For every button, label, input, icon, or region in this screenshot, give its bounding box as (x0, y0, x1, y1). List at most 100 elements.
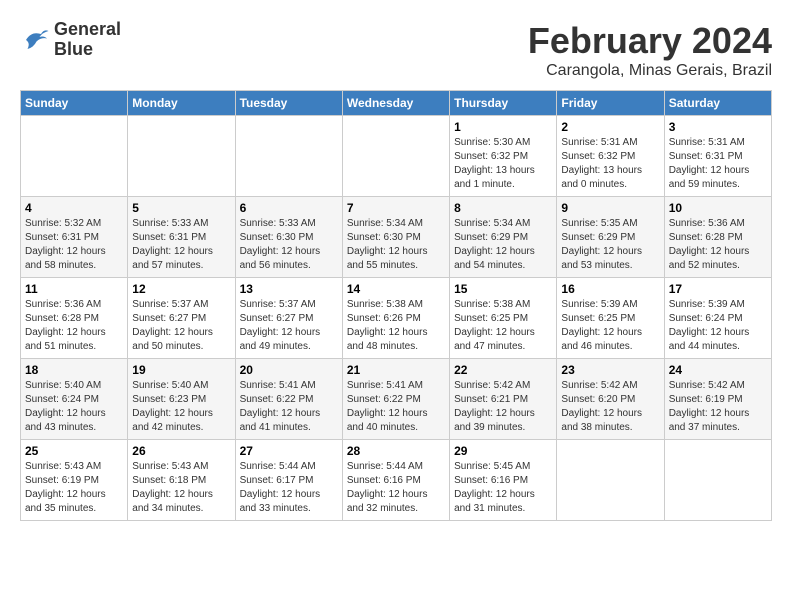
calendar-cell (557, 440, 664, 521)
calendar-cell: 1 Sunrise: 5:30 AM Sunset: 6:32 PM Daylig… (450, 116, 557, 197)
day-info: Sunrise: 5:35 AM Sunset: 6:29 PM Dayligh… (561, 217, 659, 273)
day-info: Sunrise: 5:41 AM Sunset: 6:22 PM Dayligh… (240, 379, 338, 435)
day-number: 1 (454, 120, 552, 134)
calendar-cell: 26Sunrise: 5:43 AM Sunset: 6:18 PM Dayli… (128, 440, 235, 521)
day-info: Sunrise: 5:42 AM Sunset: 6:19 PM Dayligh… (669, 379, 767, 435)
day-number: 2 (561, 120, 659, 134)
day-number: 7 (347, 201, 445, 215)
day-info: Sunrise: 5:44 AM Sunset: 6:17 PM Dayligh… (240, 460, 338, 516)
calendar-cell: 25Sunrise: 5:43 AM Sunset: 6:19 PM Dayli… (21, 440, 128, 521)
day-number: 5 (132, 201, 230, 215)
calendar-cell (664, 440, 771, 521)
day-number: 29 (454, 444, 552, 458)
calendar-cell: 4 Sunrise: 5:32 AM Sunset: 6:31 PM Daylig… (21, 197, 128, 278)
calendar-cell: 13Sunrise: 5:37 AM Sunset: 6:27 PM Dayli… (235, 278, 342, 359)
day-number: 19 (132, 363, 230, 377)
day-number: 25 (25, 444, 123, 458)
logo-text: General Blue (54, 20, 121, 60)
day-number: 21 (347, 363, 445, 377)
calendar-cell (21, 116, 128, 197)
calendar-cell: 3 Sunrise: 5:31 AM Sunset: 6:31 PM Daylig… (664, 116, 771, 197)
weekday-header: Friday (557, 91, 664, 116)
day-info: Sunrise: 5:38 AM Sunset: 6:25 PM Dayligh… (454, 298, 552, 354)
calendar-cell: 10 Sunrise: 5:36 AM Sunset: 6:28 PM Dayli… (664, 197, 771, 278)
weekday-header: Sunday (21, 91, 128, 116)
weekday-header: Wednesday (342, 91, 449, 116)
day-info: Sunrise: 5:42 AM Sunset: 6:21 PM Dayligh… (454, 379, 552, 435)
day-info: Sunrise: 5:36 AM Sunset: 6:28 PM Dayligh… (25, 298, 123, 354)
calendar-cell: 11 Sunrise: 5:36 AM Sunset: 6:28 PM Dayli… (21, 278, 128, 359)
day-info: Sunrise: 5:40 AM Sunset: 6:24 PM Dayligh… (25, 379, 123, 435)
day-number: 15 (454, 282, 552, 296)
calendar-cell: 23Sunrise: 5:42 AM Sunset: 6:20 PM Dayli… (557, 359, 664, 440)
day-number: 12 (132, 282, 230, 296)
calendar-cell: 2 Sunrise: 5:31 AM Sunset: 6:32 PM Daylig… (557, 116, 664, 197)
day-info: Sunrise: 5:31 AM Sunset: 6:32 PM Dayligh… (561, 136, 659, 192)
calendar-cell (128, 116, 235, 197)
day-info: Sunrise: 5:39 AM Sunset: 6:24 PM Dayligh… (669, 298, 767, 354)
day-number: 3 (669, 120, 767, 134)
day-number: 24 (669, 363, 767, 377)
day-info: Sunrise: 5:32 AM Sunset: 6:31 PM Dayligh… (25, 217, 123, 273)
day-number: 9 (561, 201, 659, 215)
calendar-cell: 8Sunrise: 5:34 AM Sunset: 6:29 PM Daylig… (450, 197, 557, 278)
calendar-cell: 18 Sunrise: 5:40 AM Sunset: 6:24 PM Dayli… (21, 359, 128, 440)
calendar-week-row: 25Sunrise: 5:43 AM Sunset: 6:19 PM Dayli… (21, 440, 772, 521)
weekday-header: Saturday (664, 91, 771, 116)
day-number: 27 (240, 444, 338, 458)
day-info: Sunrise: 5:36 AM Sunset: 6:28 PM Dayligh… (669, 217, 767, 273)
calendar-week-row: 11 Sunrise: 5:36 AM Sunset: 6:28 PM Dayli… (21, 278, 772, 359)
logo: General Blue (20, 20, 121, 60)
day-number: 4 (25, 201, 123, 215)
calendar-cell: 6Sunrise: 5:33 AM Sunset: 6:30 PM Daylig… (235, 197, 342, 278)
calendar-week-row: 18 Sunrise: 5:40 AM Sunset: 6:24 PM Dayli… (21, 359, 772, 440)
weekday-header: Thursday (450, 91, 557, 116)
page-title: February 2024 (528, 20, 772, 62)
calendar-cell: 5Sunrise: 5:33 AM Sunset: 6:31 PM Daylig… (128, 197, 235, 278)
day-info: Sunrise: 5:34 AM Sunset: 6:30 PM Dayligh… (347, 217, 445, 273)
day-number: 6 (240, 201, 338, 215)
page-header: General Blue February 2024 Carangola, Mi… (20, 20, 772, 80)
day-info: Sunrise: 5:44 AM Sunset: 6:16 PM Dayligh… (347, 460, 445, 516)
day-number: 26 (132, 444, 230, 458)
logo-icon (20, 25, 50, 55)
calendar-cell (235, 116, 342, 197)
day-info: Sunrise: 5:38 AM Sunset: 6:26 PM Dayligh… (347, 298, 445, 354)
day-info: Sunrise: 5:42 AM Sunset: 6:20 PM Dayligh… (561, 379, 659, 435)
day-number: 14 (347, 282, 445, 296)
day-number: 11 (25, 282, 123, 296)
calendar-cell: 7 Sunrise: 5:34 AM Sunset: 6:30 PM Daylig… (342, 197, 449, 278)
calendar-week-row: 1 Sunrise: 5:30 AM Sunset: 6:32 PM Daylig… (21, 116, 772, 197)
calendar-cell: 9 Sunrise: 5:35 AM Sunset: 6:29 PM Daylig… (557, 197, 664, 278)
title-block: February 2024 Carangola, Minas Gerais, B… (528, 20, 772, 80)
calendar-cell: 28Sunrise: 5:44 AM Sunset: 6:16 PM Dayli… (342, 440, 449, 521)
day-info: Sunrise: 5:30 AM Sunset: 6:32 PM Dayligh… (454, 136, 552, 192)
calendar-cell: 15 Sunrise: 5:38 AM Sunset: 6:25 PM Dayli… (450, 278, 557, 359)
day-number: 10 (669, 201, 767, 215)
calendar-cell: 24 Sunrise: 5:42 AM Sunset: 6:19 PM Dayli… (664, 359, 771, 440)
calendar-cell: 12 Sunrise: 5:37 AM Sunset: 6:27 PM Dayli… (128, 278, 235, 359)
calendar-cell: 22 Sunrise: 5:42 AM Sunset: 6:21 PM Dayli… (450, 359, 557, 440)
day-info: Sunrise: 5:34 AM Sunset: 6:29 PM Dayligh… (454, 217, 552, 273)
calendar-table: SundayMondayTuesdayWednesdayThursdayFrid… (20, 90, 772, 521)
day-info: Sunrise: 5:41 AM Sunset: 6:22 PM Dayligh… (347, 379, 445, 435)
day-info: Sunrise: 5:37 AM Sunset: 6:27 PM Dayligh… (132, 298, 230, 354)
calendar-cell: 27 Sunrise: 5:44 AM Sunset: 6:17 PM Dayli… (235, 440, 342, 521)
calendar-cell: 19 Sunrise: 5:40 AM Sunset: 6:23 PM Dayli… (128, 359, 235, 440)
day-number: 20 (240, 363, 338, 377)
logo-line2: Blue (54, 40, 121, 60)
calendar-cell: 21 Sunrise: 5:41 AM Sunset: 6:22 PM Dayli… (342, 359, 449, 440)
weekday-header: Monday (128, 91, 235, 116)
day-info: Sunrise: 5:45 AM Sunset: 6:16 PM Dayligh… (454, 460, 552, 516)
day-info: Sunrise: 5:40 AM Sunset: 6:23 PM Dayligh… (132, 379, 230, 435)
day-info: Sunrise: 5:31 AM Sunset: 6:31 PM Dayligh… (669, 136, 767, 192)
page-subtitle: Carangola, Minas Gerais, Brazil (528, 62, 772, 80)
calendar-cell: 29 Sunrise: 5:45 AM Sunset: 6:16 PM Dayli… (450, 440, 557, 521)
day-number: 22 (454, 363, 552, 377)
calendar-week-row: 4 Sunrise: 5:32 AM Sunset: 6:31 PM Daylig… (21, 197, 772, 278)
day-number: 18 (25, 363, 123, 377)
day-number: 17 (669, 282, 767, 296)
day-number: 13 (240, 282, 338, 296)
weekday-header: Tuesday (235, 91, 342, 116)
calendar-cell: 20 Sunrise: 5:41 AM Sunset: 6:22 PM Dayli… (235, 359, 342, 440)
